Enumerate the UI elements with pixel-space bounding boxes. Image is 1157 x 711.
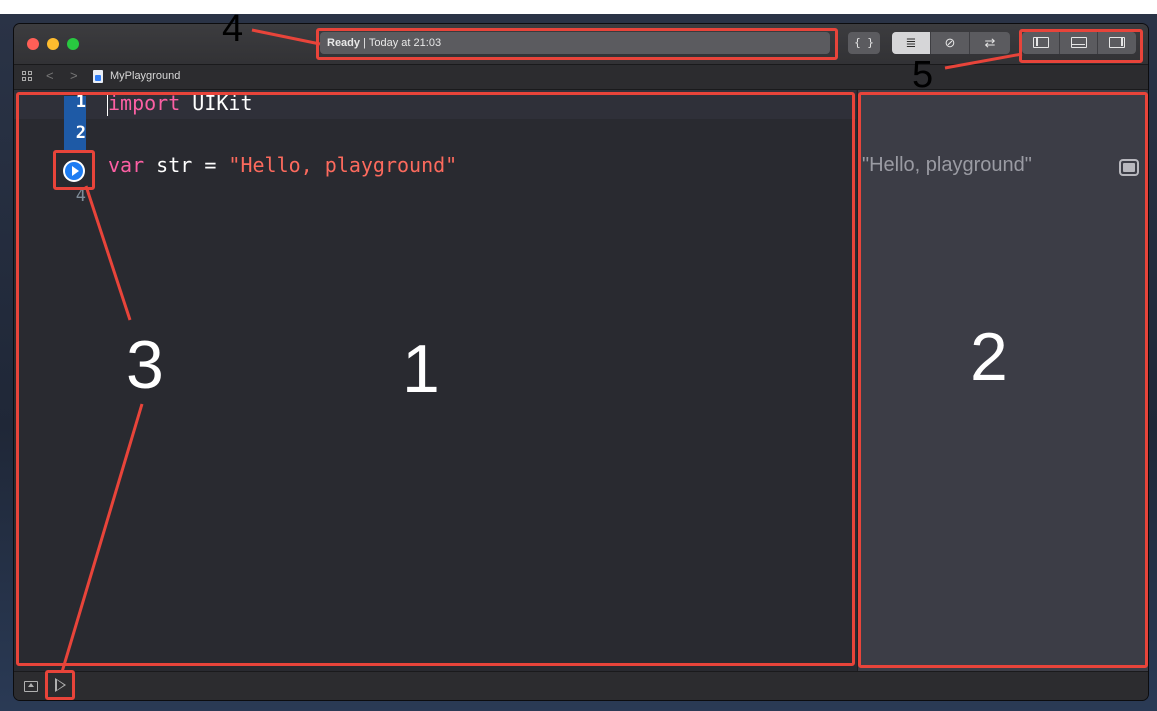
minimize-window-button[interactable] bbox=[47, 38, 59, 50]
navigate-back-button[interactable]: < bbox=[46, 68, 54, 83]
results-sidebar: "Hello, playground" bbox=[857, 90, 1148, 671]
inspector-panel-icon bbox=[1109, 37, 1125, 48]
close-window-button[interactable] bbox=[27, 38, 39, 50]
code-snippet-button[interactable]: { } bbox=[848, 32, 880, 54]
status-text: Ready bbox=[327, 37, 361, 49]
navigator-panel-icon bbox=[1033, 37, 1049, 48]
debug-panel-icon bbox=[1071, 37, 1087, 48]
activity-viewer: Ready | Today at 21:03 bbox=[320, 32, 830, 54]
status-separator: | bbox=[363, 37, 366, 49]
source-editor[interactable]: 1 2 4 import UIKit var str = "Hello, pla… bbox=[14, 90, 856, 671]
line-number: 4 bbox=[75, 186, 86, 206]
line-number: 1 bbox=[75, 92, 86, 112]
zoom-window-button[interactable] bbox=[67, 38, 79, 50]
toggle-navigator-button[interactable] bbox=[1022, 32, 1060, 54]
string-literal: "Hello, playground" bbox=[228, 153, 458, 177]
playground-file-icon bbox=[93, 70, 103, 83]
breadcrumb-file-name[interactable]: MyPlayground bbox=[110, 70, 180, 82]
version-editor-button[interactable]: ⇄ bbox=[970, 32, 1010, 54]
related-items-grid-icon[interactable] bbox=[22, 71, 33, 82]
run-to-line-button[interactable] bbox=[63, 160, 85, 182]
quick-look-icon[interactable] bbox=[1119, 159, 1139, 176]
editor-mode-segmented-control: ≣ ⊘ ⇄ bbox=[892, 32, 1010, 54]
assistant-editor-button[interactable]: ⊘ bbox=[931, 32, 970, 54]
jump-bar: < > MyPlayground bbox=[14, 65, 1148, 90]
text-align-icon: ≣ bbox=[905, 35, 917, 50]
bottom-bar bbox=[14, 671, 1148, 700]
navigate-forward-button[interactable]: > bbox=[70, 68, 78, 83]
braces-icon: { } bbox=[854, 36, 874, 49]
standard-editor-button[interactable]: ≣ bbox=[892, 32, 931, 54]
play-icon bbox=[72, 166, 79, 176]
toggle-debug-area-button[interactable] bbox=[1060, 32, 1098, 54]
xcode-playground-window: Ready | Today at 21:03 { } ≣ ⊘ ⇄ < > MyP… bbox=[14, 24, 1148, 700]
code-text: UIKit bbox=[180, 91, 253, 115]
toggle-inspector-button[interactable] bbox=[1098, 32, 1136, 54]
code-line[interactable]: var str = "Hello, playground" bbox=[108, 153, 457, 177]
panel-toggle-segmented-control bbox=[1022, 32, 1136, 54]
arrows-swap-icon: ⇄ bbox=[984, 35, 996, 50]
show-debug-area-button[interactable] bbox=[24, 681, 38, 692]
code-text: str = bbox=[144, 153, 229, 177]
code-line[interactable]: import UIKit bbox=[108, 91, 253, 115]
keyword: import bbox=[108, 91, 181, 115]
overlapping-circles-icon: ⊘ bbox=[944, 35, 956, 50]
run-playground-button[interactable] bbox=[55, 678, 66, 692]
title-bar: Ready | Today at 21:03 { } ≣ ⊘ ⇄ bbox=[14, 24, 1148, 65]
status-time: Today at 21:03 bbox=[368, 37, 442, 49]
keyword: var bbox=[108, 153, 145, 177]
line-number: 2 bbox=[75, 123, 86, 143]
result-value: "Hello, playground" bbox=[862, 154, 1032, 176]
